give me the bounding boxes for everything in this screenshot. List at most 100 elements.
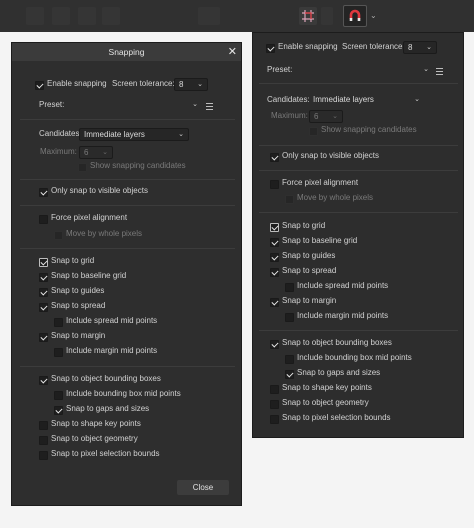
- close-button[interactable]: Close: [177, 480, 229, 495]
- snap-pixel-bounds-checkbox[interactable]: [270, 415, 279, 424]
- toolbar-button-3[interactable]: [78, 7, 96, 25]
- screen-tolerance-value: 8: [408, 43, 413, 52]
- maximum-select[interactable]: 6 ⌄: [309, 110, 343, 123]
- maximum-select[interactable]: 6 ⌄: [79, 146, 113, 159]
- toolbar-button-2[interactable]: [52, 7, 70, 25]
- move-whole-pixels-checkbox[interactable]: [285, 195, 294, 204]
- divider: [20, 119, 235, 120]
- enable-snapping-checkbox[interactable]: [35, 81, 44, 90]
- snap-spread-checkbox[interactable]: [270, 268, 279, 277]
- snap-guides-label: Snap to guides: [282, 251, 336, 260]
- snap-guides-checkbox[interactable]: [270, 253, 279, 262]
- show-candidates-checkbox[interactable]: [309, 127, 318, 136]
- snap-gaps-checkbox[interactable]: [54, 406, 63, 415]
- toolbar-button-1[interactable]: [26, 7, 44, 25]
- divider: [259, 145, 458, 146]
- snap-geometry-label: Snap to object geometry: [282, 398, 369, 407]
- include-margin-mid-checkbox[interactable]: [54, 348, 63, 357]
- enable-snapping-label: Enable snapping: [47, 79, 107, 88]
- preset-menu-icon[interactable]: [436, 68, 443, 75]
- snap-spread-checkbox[interactable]: [39, 303, 48, 312]
- snapping-button[interactable]: [343, 5, 367, 27]
- maximum-label: Maximum:: [40, 147, 77, 156]
- snapping-dropdown-chevron-icon[interactable]: ⌄: [370, 11, 377, 20]
- screen-tolerance-label: Screen tolerance:: [342, 42, 405, 51]
- magnet-icon: [349, 9, 361, 21]
- snap-bounding-label: Snap to object bounding boxes: [51, 374, 161, 383]
- force-pixel-label: Force pixel alignment: [282, 178, 359, 187]
- snap-shape-key-checkbox[interactable]: [39, 421, 48, 430]
- screen-tolerance-value: 8: [179, 80, 184, 89]
- screen-tolerance-select[interactable]: 8 ⌄: [174, 78, 208, 91]
- toolbar-button-6[interactable]: [321, 7, 333, 25]
- snap-baseline-checkbox[interactable]: [39, 273, 48, 282]
- include-margin-mid-label: Include margin mid points: [297, 311, 389, 320]
- preset-select[interactable]: ⌄: [172, 99, 202, 112]
- snap-baseline-checkbox[interactable]: [270, 238, 279, 247]
- screen-tolerance-label: Screen tolerance:: [112, 79, 175, 88]
- snap-grid-label: Snap to grid: [51, 256, 95, 265]
- maximum-value: 6: [314, 112, 319, 121]
- only-visible-checkbox[interactable]: [270, 153, 279, 162]
- include-bbox-mid-checkbox[interactable]: [285, 355, 294, 364]
- include-bbox-mid-label: Include bounding box mid points: [66, 389, 181, 398]
- grid-toggle-button[interactable]: [299, 7, 317, 25]
- snap-shape-key-checkbox[interactable]: [270, 385, 279, 394]
- top-toolbar: ⌄: [0, 0, 474, 32]
- snap-bounding-checkbox[interactable]: [270, 340, 279, 349]
- include-spread-mid-checkbox[interactable]: [54, 318, 63, 327]
- divider: [259, 330, 458, 331]
- include-spread-mid-checkbox[interactable]: [285, 283, 294, 292]
- snap-bounding-label: Snap to object bounding boxes: [282, 338, 392, 347]
- force-pixel-checkbox[interactable]: [39, 215, 48, 224]
- force-pixel-label: Force pixel alignment: [51, 213, 128, 222]
- divider: [259, 212, 458, 213]
- candidates-label: Candidates:: [267, 95, 310, 104]
- snap-geometry-label: Snap to object geometry: [51, 434, 138, 443]
- show-candidates-label: Show snapping candidates: [321, 125, 417, 134]
- candidates-select[interactable]: Immediate layers ⌄: [79, 128, 189, 141]
- snap-gaps-label: Snap to gaps and sizes: [66, 404, 150, 413]
- toolbar-button-5[interactable]: [198, 7, 220, 25]
- snap-margin-checkbox[interactable]: [39, 333, 48, 342]
- snapping-popover: Enable snapping Screen tolerance: 8 ⌄ Pr…: [252, 32, 464, 438]
- snap-gaps-checkbox[interactable]: [285, 370, 294, 379]
- screen-tolerance-select[interactable]: 8 ⌄: [403, 41, 437, 54]
- dialog-titlebar: Snapping ✕: [12, 43, 241, 61]
- snap-margin-checkbox[interactable]: [270, 298, 279, 307]
- enable-snapping-checkbox[interactable]: [266, 44, 275, 53]
- show-candidates-label: Show snapping candidates: [90, 161, 186, 170]
- move-whole-pixels-checkbox[interactable]: [54, 231, 63, 240]
- snap-gaps-label: Snap to gaps and sizes: [297, 368, 381, 377]
- candidates-value: Immediate layers: [313, 95, 374, 104]
- snap-geometry-checkbox[interactable]: [270, 400, 279, 409]
- include-bbox-mid-label: Include bounding box mid points: [297, 353, 412, 362]
- preset-menu-icon[interactable]: [206, 103, 213, 110]
- preset-select[interactable]: ⌄: [403, 64, 433, 77]
- include-bbox-mid-checkbox[interactable]: [54, 391, 63, 400]
- snap-pixel-bounds-checkbox[interactable]: [39, 451, 48, 460]
- snap-margin-label: Snap to margin: [51, 331, 106, 340]
- chevron-down-icon: ⌄: [102, 149, 108, 156]
- snap-grid-checkbox[interactable]: [270, 223, 279, 232]
- divider: [259, 170, 458, 171]
- include-margin-mid-checkbox[interactable]: [285, 313, 294, 322]
- snap-bounding-checkbox[interactable]: [39, 376, 48, 385]
- force-pixel-checkbox[interactable]: [270, 180, 279, 189]
- snap-guides-checkbox[interactable]: [39, 288, 48, 297]
- snap-grid-label: Snap to grid: [282, 221, 326, 230]
- snap-pixel-bounds-label: Snap to pixel selection bounds: [282, 413, 391, 422]
- snap-baseline-label: Snap to baseline grid: [282, 236, 358, 245]
- snap-geometry-checkbox[interactable]: [39, 436, 48, 445]
- move-whole-pixels-label: Move by whole pixels: [297, 193, 374, 202]
- chevron-down-icon: ⌄: [197, 81, 203, 88]
- maximum-label: Maximum:: [271, 111, 308, 120]
- show-candidates-checkbox[interactable]: [78, 163, 87, 172]
- close-icon[interactable]: ✕: [228, 43, 237, 61]
- only-visible-checkbox[interactable]: [39, 188, 48, 197]
- snap-pixel-bounds-label: Snap to pixel selection bounds: [51, 449, 160, 458]
- divider: [259, 83, 458, 84]
- candidates-select[interactable]: Immediate layers ⌄: [309, 94, 424, 107]
- toolbar-button-4[interactable]: [102, 7, 120, 25]
- snap-grid-checkbox[interactable]: [39, 258, 48, 267]
